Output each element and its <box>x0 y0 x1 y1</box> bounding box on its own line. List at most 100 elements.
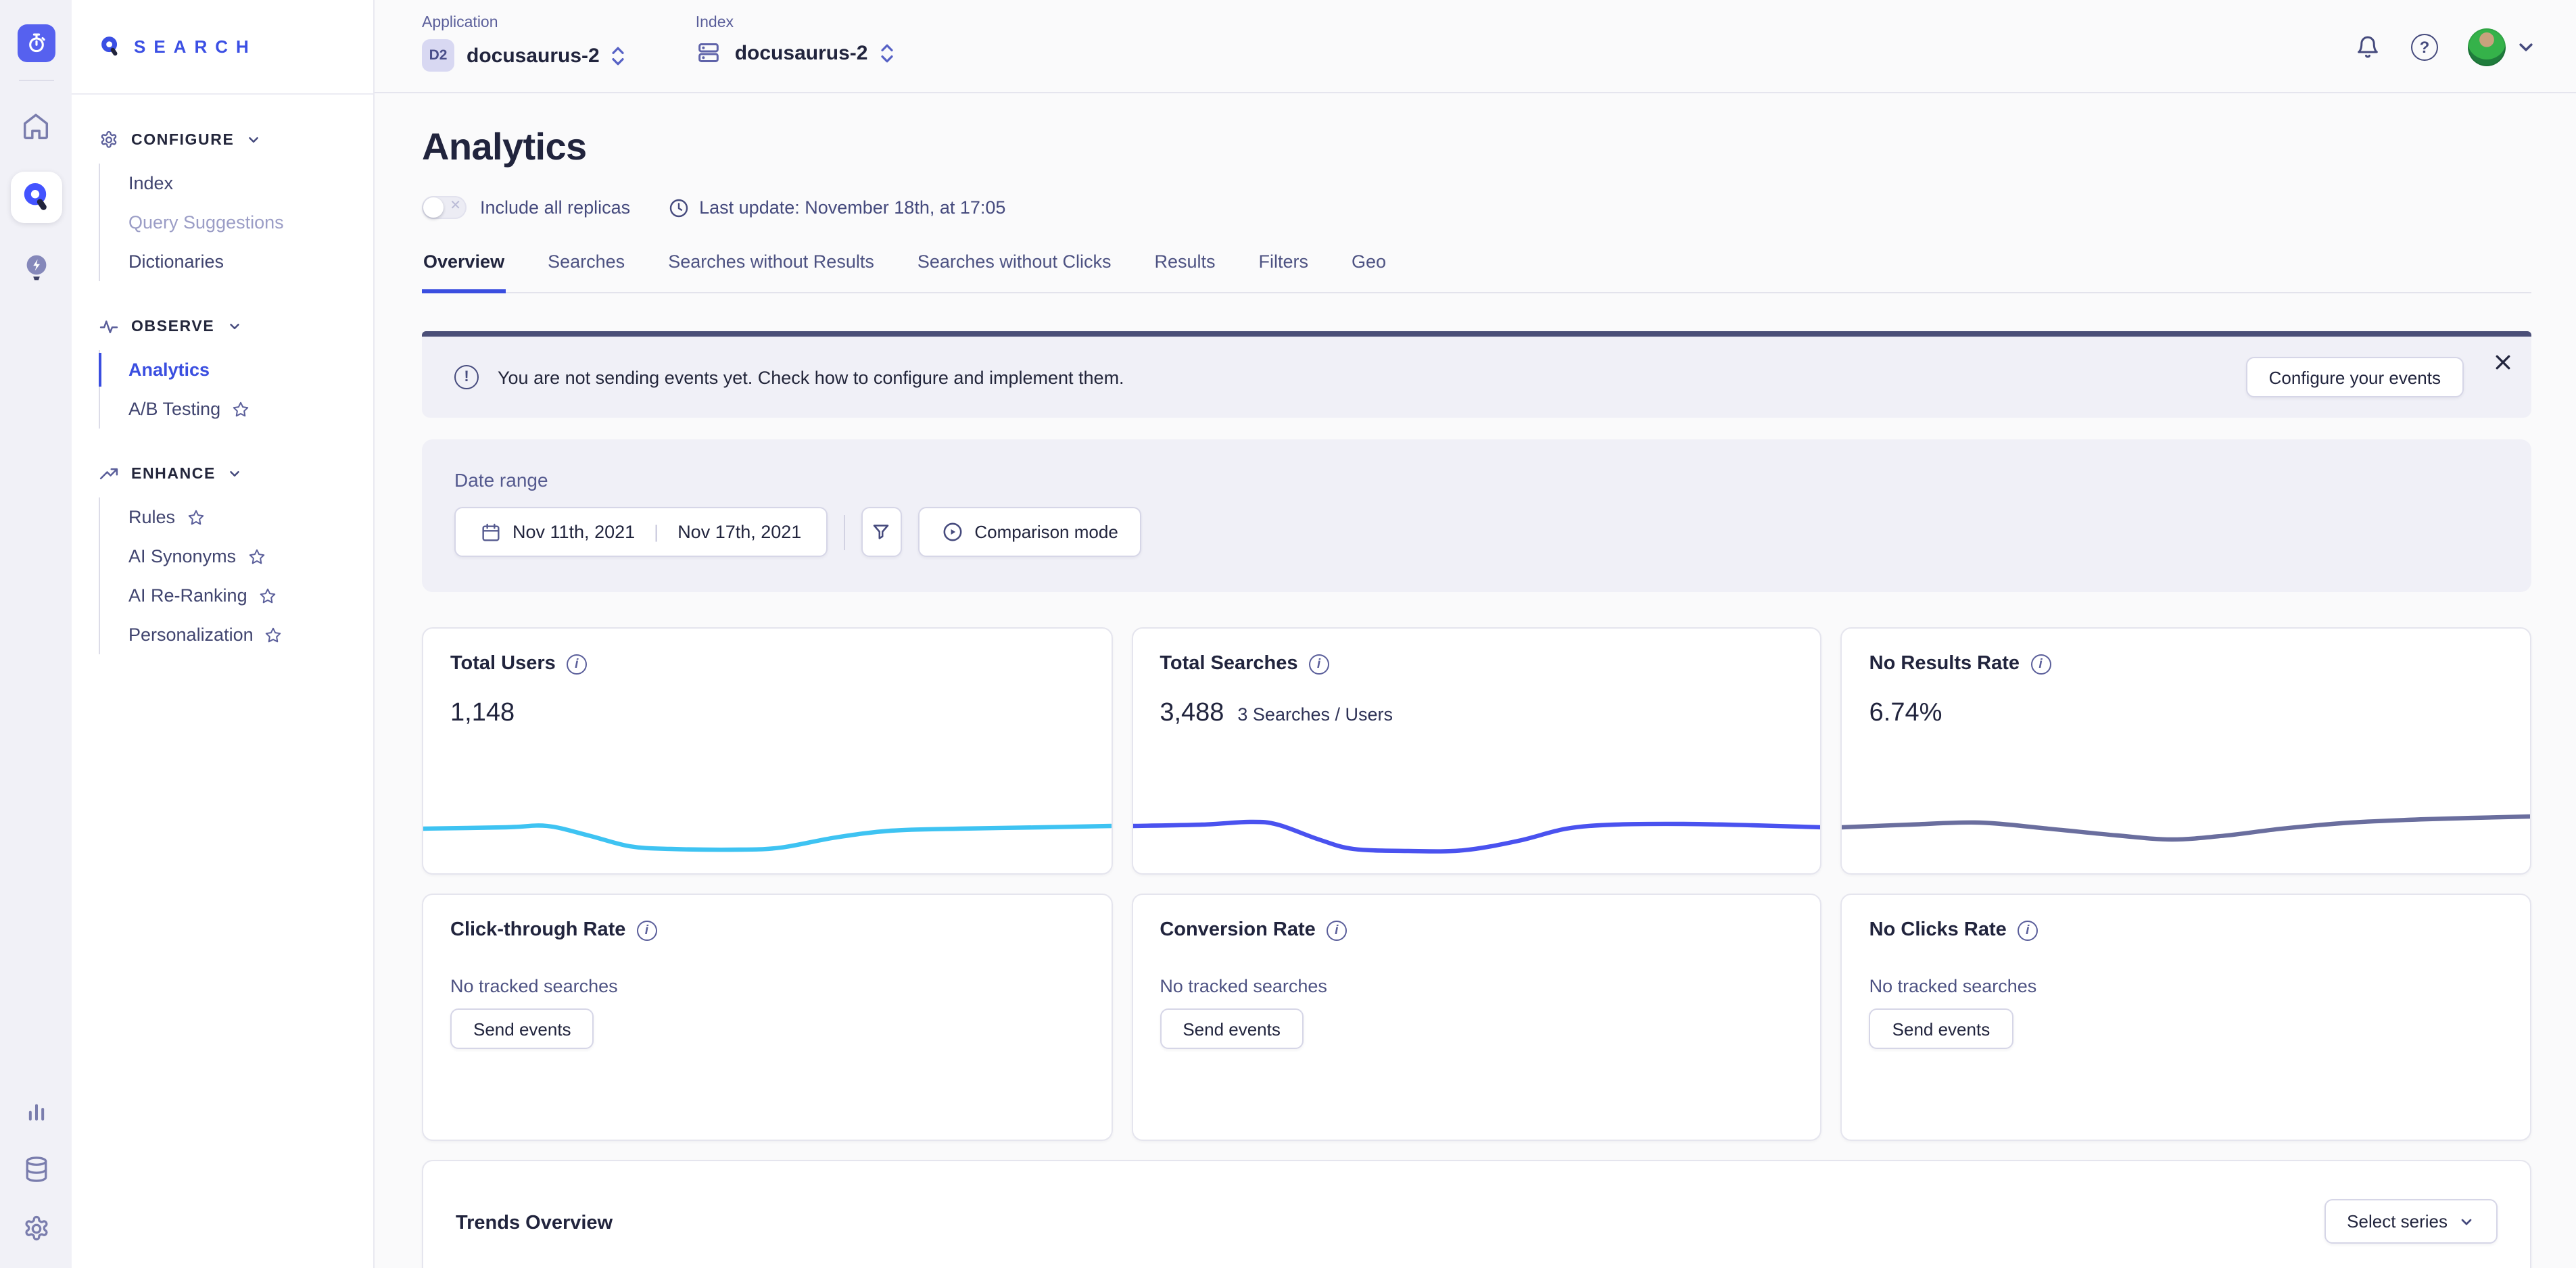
info-icon[interactable]: i <box>2018 920 2038 940</box>
empty-state-text: No tracked searches <box>1869 976 2503 996</box>
sort-arrows-icon <box>880 41 893 64</box>
index-label: Index <box>696 15 894 31</box>
application-label: Application <box>422 15 625 31</box>
tab-searches-without-clicks[interactable]: Searches without Clicks <box>916 251 1113 293</box>
no-results-rate-sparkline <box>1842 800 2530 868</box>
section-configure-header[interactable]: CONFIGURE <box>99 130 373 150</box>
select-series-button[interactable]: Select series <box>2324 1199 2498 1244</box>
usage-bar-chart-icon[interactable] <box>21 1095 51 1125</box>
star-icon[interactable] <box>258 586 277 605</box>
section-configure: CONFIGURE Index Query Suggestions Dictio… <box>99 130 373 281</box>
metric-card-conversion-rate: Conversion Rate i No tracked searches Se… <box>1131 894 1821 1141</box>
metric-title: Click-through Rate <box>450 919 625 941</box>
metric-value: 6.74% <box>1869 699 1942 729</box>
tab-bar: Overview Searches Searches without Resul… <box>422 251 2531 293</box>
section-observe-header[interactable]: OBSERVE <box>99 316 373 337</box>
section-observe: OBSERVE Analytics A/B Testing <box>99 316 373 429</box>
sidebar-nav: CONFIGURE Index Query Suggestions Dictio… <box>72 95 373 689</box>
sidebar-item-personalization[interactable]: Personalization <box>118 615 373 654</box>
product-logo[interactable]: SEARCH <box>72 0 373 95</box>
close-icon[interactable] <box>2491 350 2515 374</box>
sidebar-item-ai-synonyms[interactable]: AI Synonyms <box>118 537 373 576</box>
chevron-down-icon <box>246 132 261 147</box>
info-icon[interactable]: i <box>567 654 587 674</box>
home-icon[interactable] <box>20 111 51 142</box>
toggle-label: Include all replicas <box>480 197 630 218</box>
metric-sub: 3 Searches / Users <box>1237 704 1393 725</box>
sidebar-item-rules[interactable]: Rules <box>118 497 373 537</box>
page-title: Analytics <box>422 126 2531 169</box>
tab-searches[interactable]: Searches <box>546 251 626 293</box>
tab-overview[interactable]: Overview <box>422 251 506 293</box>
sidebar-item-analytics[interactable]: Analytics <box>118 350 373 389</box>
star-icon[interactable] <box>231 399 250 418</box>
info-icon[interactable]: i <box>1327 920 1347 940</box>
info-icon[interactable]: i <box>1309 654 1329 674</box>
metric-title: Total Searches <box>1160 653 1297 675</box>
star-icon[interactable] <box>247 547 266 566</box>
bell-icon[interactable] <box>2354 34 2381 61</box>
metric-title: Conversion Rate <box>1160 919 1315 941</box>
section-enhance-header[interactable]: ENHANCE <box>99 464 373 484</box>
trending-up-icon <box>99 464 119 484</box>
metric-card-total-users: Total Users i 1,148 <box>422 627 1112 875</box>
section-enhance: ENHANCE Rules AI Synonyms <box>99 464 373 654</box>
section-label: CONFIGURE <box>131 132 234 148</box>
rail-divider <box>18 80 53 81</box>
metric-title: No Results Rate <box>1869 653 2020 675</box>
send-events-button[interactable]: Send events <box>450 1008 594 1049</box>
recommend-icon[interactable] <box>21 253 51 285</box>
settings-gear-icon[interactable] <box>21 1214 51 1244</box>
date-range-button[interactable]: Nov 11th, 2021 | Nov 17th, 2021 <box>454 507 827 557</box>
tab-filters[interactable]: Filters <box>1258 251 1310 293</box>
sidebar-item-ai-re-ranking[interactable]: AI Re-Ranking <box>118 576 373 615</box>
sidebar-item-index[interactable]: Index <box>118 164 373 203</box>
main-area: Application D2 docusaurus-2 Index <box>375 0 2576 1268</box>
sidebar-item-ab-testing[interactable]: A/B Testing <box>118 389 373 429</box>
gear-icon <box>99 130 119 150</box>
comparison-mode-button[interactable]: Comparison mode <box>917 507 1141 557</box>
send-events-button[interactable]: Send events <box>1160 1008 1304 1049</box>
search-product-tile[interactable] <box>10 172 62 223</box>
empty-state-text: No tracked searches <box>1160 976 1793 996</box>
index-selector: Index docusaurus-2 <box>696 15 894 66</box>
user-menu-chevron-down-icon[interactable] <box>2517 38 2535 57</box>
sidebar-item-dictionaries[interactable]: Dictionaries <box>118 242 373 281</box>
empty-state-text: No tracked searches <box>450 976 1084 996</box>
tab-results[interactable]: Results <box>1153 251 1216 293</box>
info-icon[interactable]: i <box>636 920 657 940</box>
help-icon[interactable]: ? <box>2411 34 2438 61</box>
filter-icon-button[interactable] <box>861 507 901 557</box>
comparison-play-icon <box>940 520 963 543</box>
tab-geo[interactable]: Geo <box>1350 251 1387 293</box>
sidebar-item-query-suggestions[interactable]: Query Suggestions <box>118 203 373 242</box>
send-events-button[interactable]: Send events <box>1869 1008 2013 1049</box>
stopwatch-icon[interactable] <box>17 24 55 62</box>
total-searches-sparkline <box>1132 800 1820 868</box>
star-icon[interactable] <box>264 625 283 644</box>
application-selector: Application D2 docusaurus-2 <box>422 15 625 72</box>
divider <box>843 514 844 550</box>
topbar: Application D2 docusaurus-2 Index <box>375 0 2576 93</box>
search-icon <box>20 181 52 214</box>
index-select[interactable]: docusaurus-2 <box>696 39 894 66</box>
last-update-text: Last update: November 18th, at 17:05 <box>699 197 1005 218</box>
metric-card-click-through-rate: Click-through Rate i No tracked searches… <box>422 894 1112 1141</box>
icon-rail <box>0 0 72 1268</box>
metric-card-no-clicks-rate: No Clicks Rate i No tracked searches Sen… <box>1841 894 2531 1141</box>
tab-searches-without-results[interactable]: Searches without Results <box>667 251 876 293</box>
data-database-icon[interactable] <box>21 1154 51 1184</box>
analytics-content: Analytics ✕ Include all replicas Last up… <box>375 93 2576 1268</box>
info-icon[interactable]: i <box>2030 654 2051 674</box>
calendar-icon <box>480 521 502 543</box>
sidebar: SEARCH CONFIGURE <box>72 0 375 1268</box>
configure-your-events-button[interactable]: Configure your events <box>2246 357 2464 397</box>
star-icon[interactable] <box>186 508 205 527</box>
metric-title: No Clicks Rate <box>1869 919 2007 941</box>
user-avatar[interactable] <box>2468 28 2506 66</box>
section-label: ENHANCE <box>131 466 216 482</box>
events-banner: ! You are not sending events yet. Check … <box>422 331 2531 418</box>
application-select[interactable]: D2 docusaurus-2 <box>422 39 625 72</box>
include-all-replicas-toggle[interactable]: ✕ <box>422 196 467 219</box>
sort-arrows-icon <box>612 44 625 67</box>
